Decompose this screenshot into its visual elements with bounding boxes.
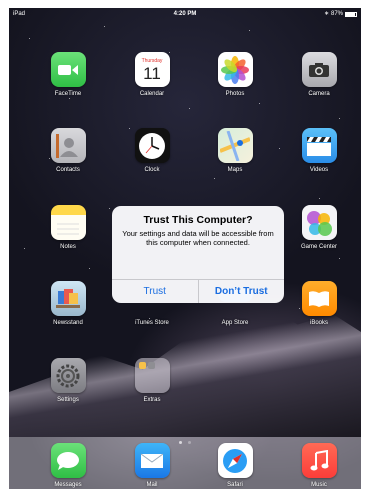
safari-icon bbox=[217, 443, 253, 478]
app-game-center[interactable]: Game Center bbox=[292, 205, 346, 250]
home-screen: iPad 4:20 PM ∗ 87% FaceTime Thursday 11 … bbox=[9, 8, 361, 489]
folder-icon bbox=[134, 358, 170, 393]
app-ibooks[interactable]: iBooks bbox=[292, 281, 346, 326]
app-label: Game Center bbox=[300, 244, 337, 250]
app-contacts[interactable]: Contacts bbox=[41, 128, 95, 173]
gear-icon bbox=[50, 358, 86, 393]
status-time: 4:20 PM bbox=[173, 11, 197, 17]
app-label: Settings bbox=[57, 397, 79, 403]
app-maps[interactable]: Maps bbox=[208, 128, 262, 173]
app-label: Maps bbox=[227, 167, 243, 173]
app-label: FaceTime bbox=[54, 91, 82, 97]
app-label: Photos bbox=[225, 91, 245, 97]
app-messages[interactable]: Messages bbox=[41, 443, 95, 488]
newsstand-icon bbox=[50, 281, 86, 316]
app-videos[interactable]: Videos bbox=[292, 128, 346, 173]
app-facetime[interactable]: FaceTime bbox=[41, 52, 95, 97]
app-label: Extras bbox=[143, 397, 161, 403]
maps-icon bbox=[217, 128, 253, 163]
app-label: Messages bbox=[54, 482, 82, 488]
app-label: Newsstand bbox=[53, 320, 83, 326]
videos-icon bbox=[301, 128, 337, 163]
battery-percent: 87% bbox=[330, 11, 343, 17]
mail-icon bbox=[134, 443, 170, 478]
app-label: Videos bbox=[309, 167, 329, 173]
app-label: Clock bbox=[144, 167, 160, 173]
app-clock[interactable]: Clock bbox=[125, 128, 179, 173]
dont-trust-button[interactable]: Don’t Trust bbox=[199, 280, 285, 303]
calendar-day-number: 11 bbox=[143, 64, 161, 83]
photos-icon bbox=[217, 52, 253, 87]
app-newsstand[interactable]: Newsstand bbox=[41, 281, 95, 326]
trust-button[interactable]: Trust bbox=[112, 280, 198, 303]
music-note-icon bbox=[301, 443, 337, 478]
alert-title: Trust This Computer? bbox=[143, 214, 253, 226]
app-music[interactable]: Music bbox=[292, 443, 346, 488]
clock-icon bbox=[134, 128, 170, 163]
app-calendar[interactable]: Thursday 11 Calendar bbox=[125, 52, 179, 97]
battery-status: ∗ 87% bbox=[324, 8, 357, 20]
app-notes[interactable]: Notes bbox=[41, 205, 95, 250]
app-label: Calendar bbox=[139, 91, 165, 97]
app-mail[interactable]: Mail bbox=[125, 443, 179, 488]
calendar-icon: Thursday 11 bbox=[134, 52, 170, 87]
app-label: Notes bbox=[60, 244, 76, 250]
facetime-icon bbox=[50, 52, 86, 87]
game-center-icon bbox=[301, 205, 337, 240]
trust-computer-alert: Trust This Computer? Your settings and d… bbox=[112, 206, 284, 303]
notes-icon bbox=[50, 205, 86, 240]
status-bar: iPad 4:20 PM ∗ 87% bbox=[9, 8, 361, 20]
app-label: Camera bbox=[308, 91, 330, 97]
battery-icon bbox=[345, 11, 357, 17]
app-label: App Store bbox=[221, 320, 249, 326]
ipad-frame: iPad 4:20 PM ∗ 87% FaceTime Thursday 11 … bbox=[0, 0, 368, 493]
alert-message: Your settings and data will be accessibl… bbox=[122, 229, 274, 247]
app-safari[interactable]: Safari bbox=[208, 443, 262, 488]
app-photos[interactable]: Photos bbox=[208, 52, 262, 97]
app-label: Music bbox=[311, 482, 327, 488]
alert-button-bar: Trust Don’t Trust bbox=[112, 279, 284, 303]
ibooks-icon bbox=[301, 281, 337, 316]
camera-icon bbox=[301, 52, 337, 87]
bluetooth-icon: ∗ bbox=[323, 11, 329, 17]
dock: Messages Mail Safari Music bbox=[9, 437, 361, 489]
app-label: iTunes Store bbox=[135, 320, 169, 326]
app-label: iBooks bbox=[309, 320, 328, 326]
app-camera[interactable]: Camera bbox=[292, 52, 346, 97]
contacts-icon bbox=[50, 128, 86, 163]
messages-icon bbox=[50, 443, 86, 478]
app-label: Mail bbox=[146, 482, 158, 488]
app-settings[interactable]: Settings bbox=[41, 358, 95, 403]
app-label: Contacts bbox=[56, 167, 80, 173]
app-extras-folder[interactable]: Extras bbox=[125, 358, 179, 403]
app-label: Safari bbox=[227, 482, 243, 488]
